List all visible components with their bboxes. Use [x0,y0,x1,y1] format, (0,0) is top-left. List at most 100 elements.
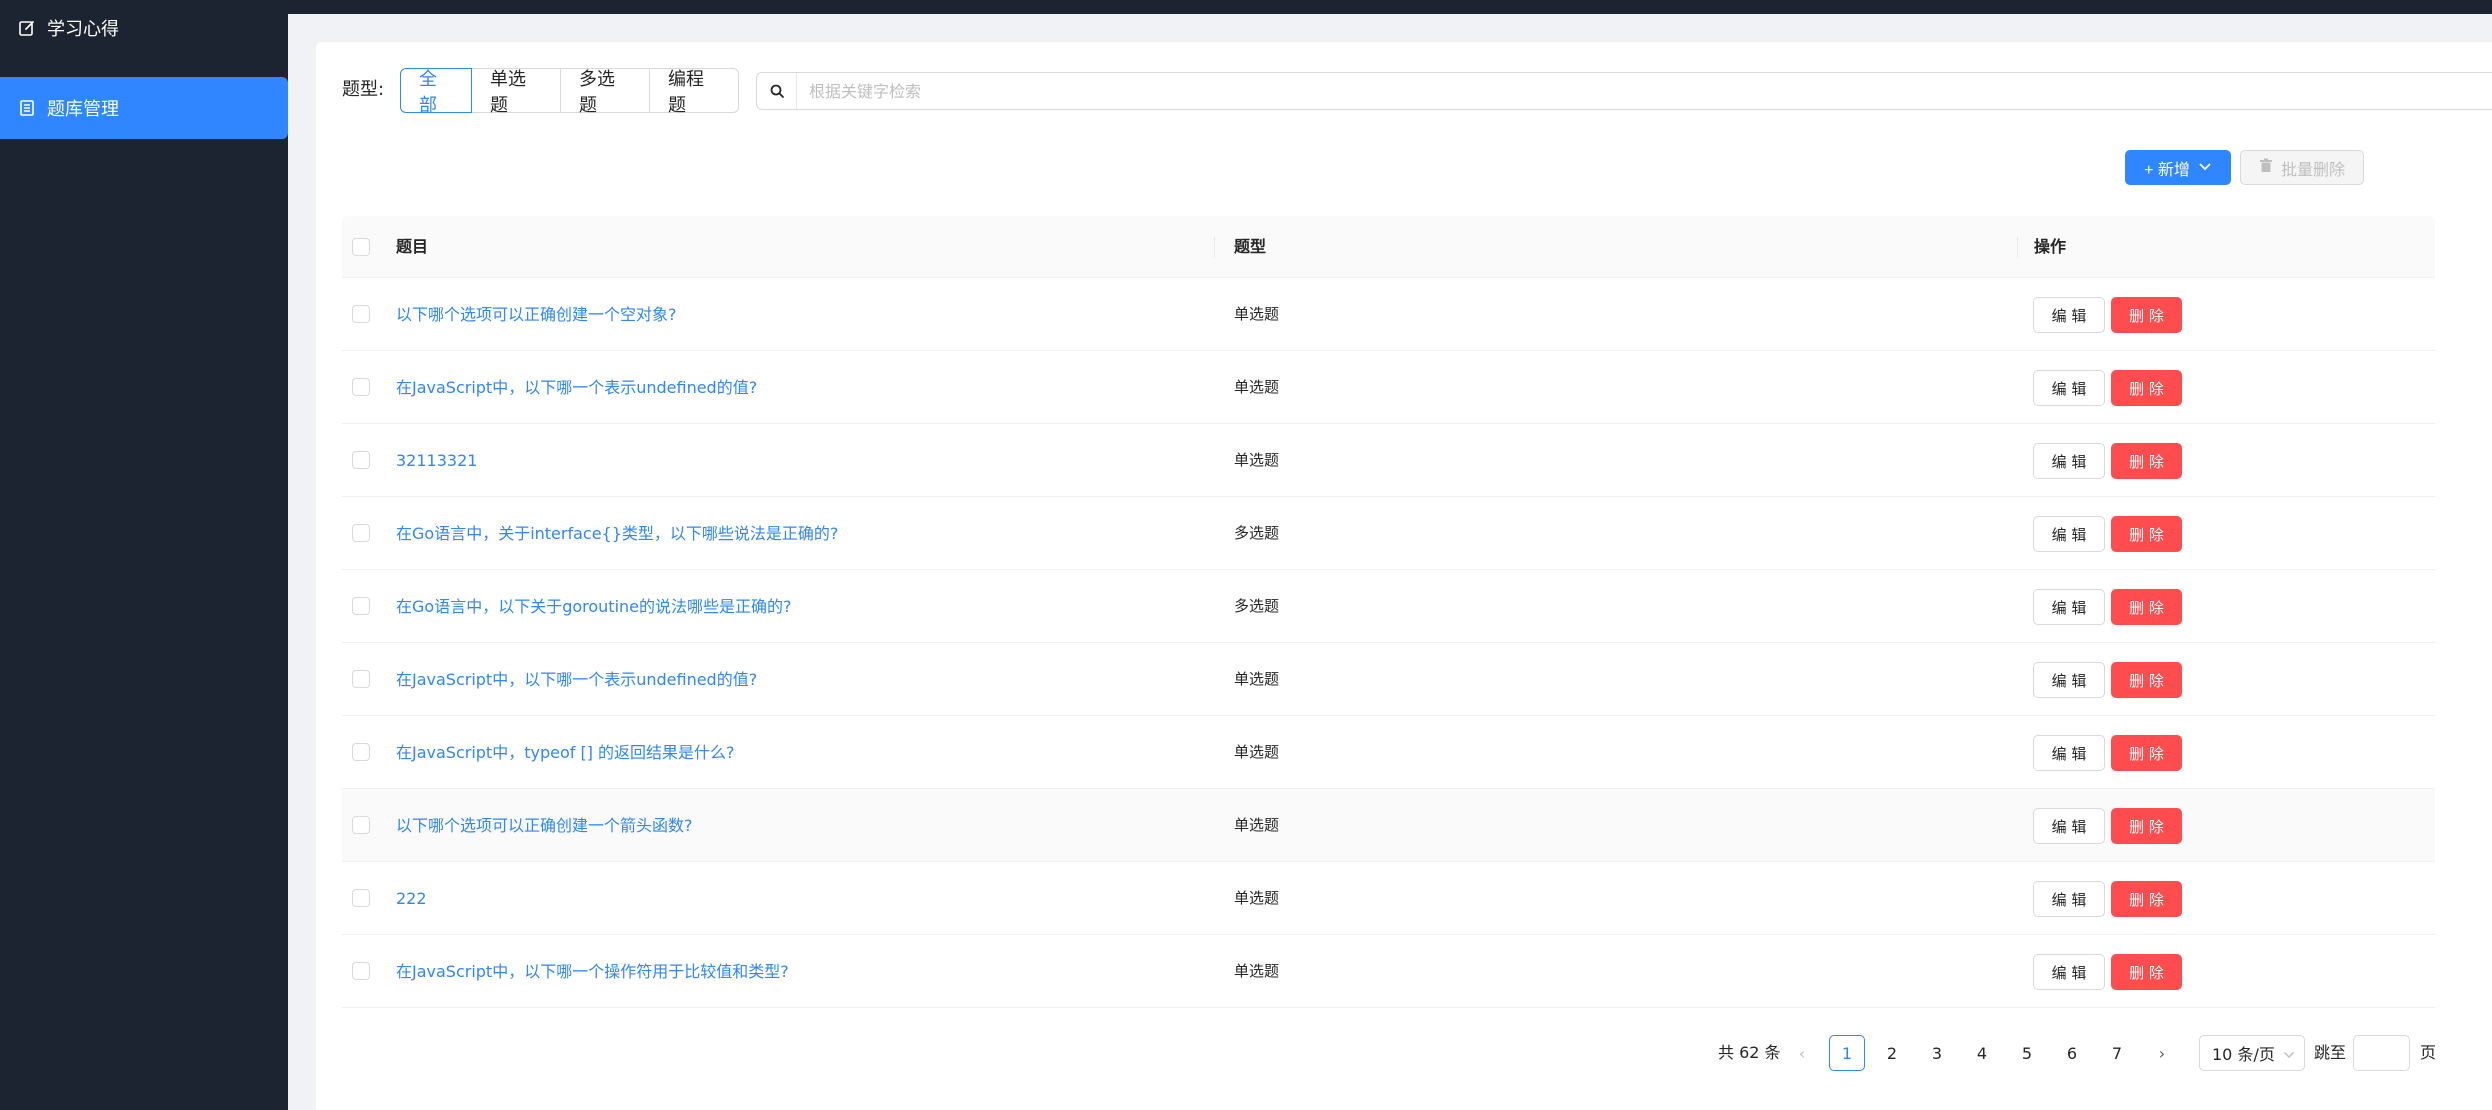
question-link[interactable]: 在JavaScript中，以下哪一个操作符用于比较值和类型? [396,935,789,1008]
page-7-button[interactable]: 7 [2099,1035,2135,1071]
sidebar-item-learning-notes[interactable]: 学习心得 [0,10,288,46]
row-checkbox[interactable] [352,597,370,615]
page-6-button[interactable]: 6 [2054,1035,2090,1071]
row-actions: 编 辑 删 除 [2033,370,2182,406]
row-actions: 编 辑 删 除 [2033,516,2182,552]
row-checkbox[interactable] [352,962,370,980]
row-actions: 编 辑 删 除 [2033,443,2182,479]
select-all-checkbox[interactable] [352,238,370,256]
row-checkbox[interactable] [352,451,370,469]
add-new-label: + 新增 [2144,161,2190,179]
question-link[interactable]: 在Go语言中，关于interface{}类型，以下哪些说法是正确的? [396,497,838,570]
row-actions: 编 辑 删 除 [2033,662,2182,698]
question-type: 单选题 [1234,670,1280,688]
table-row: 在JavaScript中，typeof [] 的返回结果是什么? 单选题 编 辑… [342,716,2435,789]
table-row: 在Go语言中，关于interface{}类型，以下哪些说法是正确的? 多选题 编… [342,497,2435,570]
sidebar: 学习心得 题库管理 [0,0,288,1110]
table-row: 在Go语言中，以下关于goroutine的说法哪些是正确的? 多选题 编 辑 删… [342,570,2435,643]
edit-button[interactable]: 编 辑 [2033,443,2105,479]
delete-button[interactable]: 删 除 [2111,808,2182,844]
table-row: 在JavaScript中，以下哪一个表示undefined的值? 单选题 编 辑… [342,351,2435,424]
row-checkbox[interactable] [352,889,370,907]
row-actions: 编 辑 删 除 [2033,881,2182,917]
page-suffix-label: 页 [2420,1043,2437,1062]
edit-button[interactable]: 编 辑 [2033,297,2105,333]
search-icon[interactable] [757,73,797,109]
delete-button[interactable]: 删 除 [2111,589,2182,625]
row-checkbox[interactable] [352,378,370,396]
delete-button[interactable]: 删 除 [2111,735,2182,771]
trash-icon [2259,158,2273,177]
edit-button[interactable]: 编 辑 [2033,662,2105,698]
sidebar-item-label: 学习心得 [47,19,119,40]
row-checkbox[interactable] [352,670,370,688]
column-divider [1214,237,1215,257]
table-row: 以下哪个选项可以正确创建一个箭头函数? 单选题 编 辑 删 除 [342,789,2435,862]
page-3-button[interactable]: 3 [1919,1035,1955,1071]
question-type: 多选题 [1234,597,1280,615]
row-actions: 编 辑 删 除 [2033,954,2182,990]
delete-button[interactable]: 删 除 [2111,443,2182,479]
edit-button[interactable]: 编 辑 [2033,881,2105,917]
question-link[interactable]: 在JavaScript中，以下哪一个表示undefined的值? [396,643,757,716]
table-row: 在JavaScript中，以下哪一个表示undefined的值? 单选题 编 辑… [342,643,2435,716]
search-input[interactable] [797,74,2492,108]
edit-button[interactable]: 编 辑 [2033,370,2105,406]
table-row: 在JavaScript中，以下哪一个操作符用于比较值和类型? 单选题 编 辑 删… [342,935,2435,1008]
filter-single-choice-button[interactable]: 单选题 [471,68,561,116]
column-header-question: 题目 [396,237,429,256]
delete-button[interactable]: 删 除 [2111,297,2182,333]
edit-button[interactable]: 编 辑 [2033,954,2105,990]
prev-page-button[interactable]: ‹ [1784,1035,1820,1071]
list-icon [17,98,37,118]
row-actions: 编 辑 删 除 [2033,589,2182,625]
delete-button[interactable]: 删 除 [2111,881,2182,917]
question-link[interactable]: 222 [396,862,427,935]
edit-button[interactable]: 编 辑 [2033,589,2105,625]
table-row: 222 单选题 编 辑 删 除 [342,862,2435,935]
delete-button[interactable]: 删 除 [2111,954,2182,990]
question-link[interactable]: 以下哪个选项可以正确创建一个空对象? [396,278,677,351]
page-1-button[interactable]: 1 [1829,1035,1865,1071]
sidebar-item-question-bank[interactable]: 题库管理 [0,77,288,139]
question-type: 单选题 [1234,451,1280,469]
add-new-button[interactable]: + 新增 [2125,150,2231,185]
edit-button[interactable]: 编 辑 [2033,808,2105,844]
column-divider [2017,237,2018,257]
question-link[interactable]: 在JavaScript中，以下哪一个表示undefined的值? [396,351,757,424]
question-link[interactable]: 以下哪个选项可以正确创建一个箭头函数? [396,789,693,862]
question-type: 单选题 [1234,962,1280,980]
row-checkbox[interactable] [352,305,370,323]
row-checkbox[interactable] [352,743,370,761]
question-link[interactable]: 在Go语言中，以下关于goroutine的说法哪些是正确的? [396,570,792,643]
question-link[interactable]: 32113321 [396,424,477,497]
row-checkbox[interactable] [352,816,370,834]
question-link[interactable]: 在JavaScript中，typeof [] 的返回结果是什么? [396,716,735,789]
pagination-total: 共 62 条 [1718,1043,1781,1062]
edit-button[interactable]: 编 辑 [2033,516,2105,552]
next-page-button[interactable]: › [2144,1035,2180,1071]
chevron-down-icon [2283,1044,2295,1063]
batch-delete-button[interactable]: 批量删除 [2240,150,2364,185]
page-4-button[interactable]: 4 [1964,1035,2000,1071]
type-filter-label: 题型: [342,79,385,100]
question-type: 单选题 [1234,816,1280,834]
sidebar-item-label: 题库管理 [47,99,119,120]
jump-to-page-input[interactable] [2353,1035,2410,1071]
row-actions: 编 辑 删 除 [2033,297,2182,333]
page-size-select[interactable]: 10 条/页 [2199,1035,2305,1071]
delete-button[interactable]: 删 除 [2111,516,2182,552]
row-actions: 编 辑 删 除 [2033,735,2182,771]
delete-button[interactable]: 删 除 [2111,662,2182,698]
page-5-button[interactable]: 5 [2009,1035,2045,1071]
question-table: 题目 题型 操作 以下哪个选项可以正确创建一个空对象? 单选题 编 辑 删 除 … [342,216,2435,1008]
filter-multiple-choice-button[interactable]: 多选题 [560,68,650,116]
page-2-button[interactable]: 2 [1874,1035,1910,1071]
row-checkbox[interactable] [352,524,370,542]
type-filter-segmented: 全部 单选题 多选题 编程题 [400,68,739,116]
filter-programming-button[interactable]: 编程题 [649,68,739,116]
delete-button[interactable]: 删 除 [2111,370,2182,406]
chevron-down-icon [2198,159,2212,177]
filter-all-button[interactable]: 全部 [400,68,472,116]
edit-button[interactable]: 编 辑 [2033,735,2105,771]
